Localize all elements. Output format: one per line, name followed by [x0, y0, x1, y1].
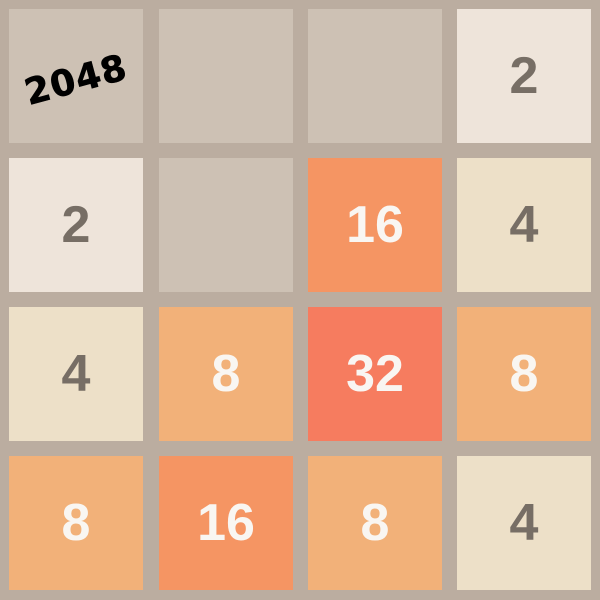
- tile-8: 8: [9, 456, 143, 590]
- game-board[interactable]: 2048 2 2 16 4 4 8 32 8 8 16 8 4: [0, 0, 600, 600]
- tile-2: 2: [457, 9, 591, 143]
- tile-4: 4: [457, 158, 591, 292]
- tile-16: 16: [308, 158, 442, 292]
- tile-8: 8: [457, 307, 591, 441]
- tile-2: 2: [9, 158, 143, 292]
- tile-4: 4: [457, 456, 591, 590]
- tile-4: 4: [9, 307, 143, 441]
- empty-cell: [308, 9, 442, 143]
- tile-8: 8: [159, 307, 293, 441]
- tile-8: 8: [308, 456, 442, 590]
- empty-cell: [159, 9, 293, 143]
- empty-cell: [159, 158, 293, 292]
- game-logo: 2048: [20, 46, 132, 114]
- board-cell-logo: 2048: [9, 9, 143, 143]
- tile-16: 16: [159, 456, 293, 590]
- tile-32: 32: [308, 307, 442, 441]
